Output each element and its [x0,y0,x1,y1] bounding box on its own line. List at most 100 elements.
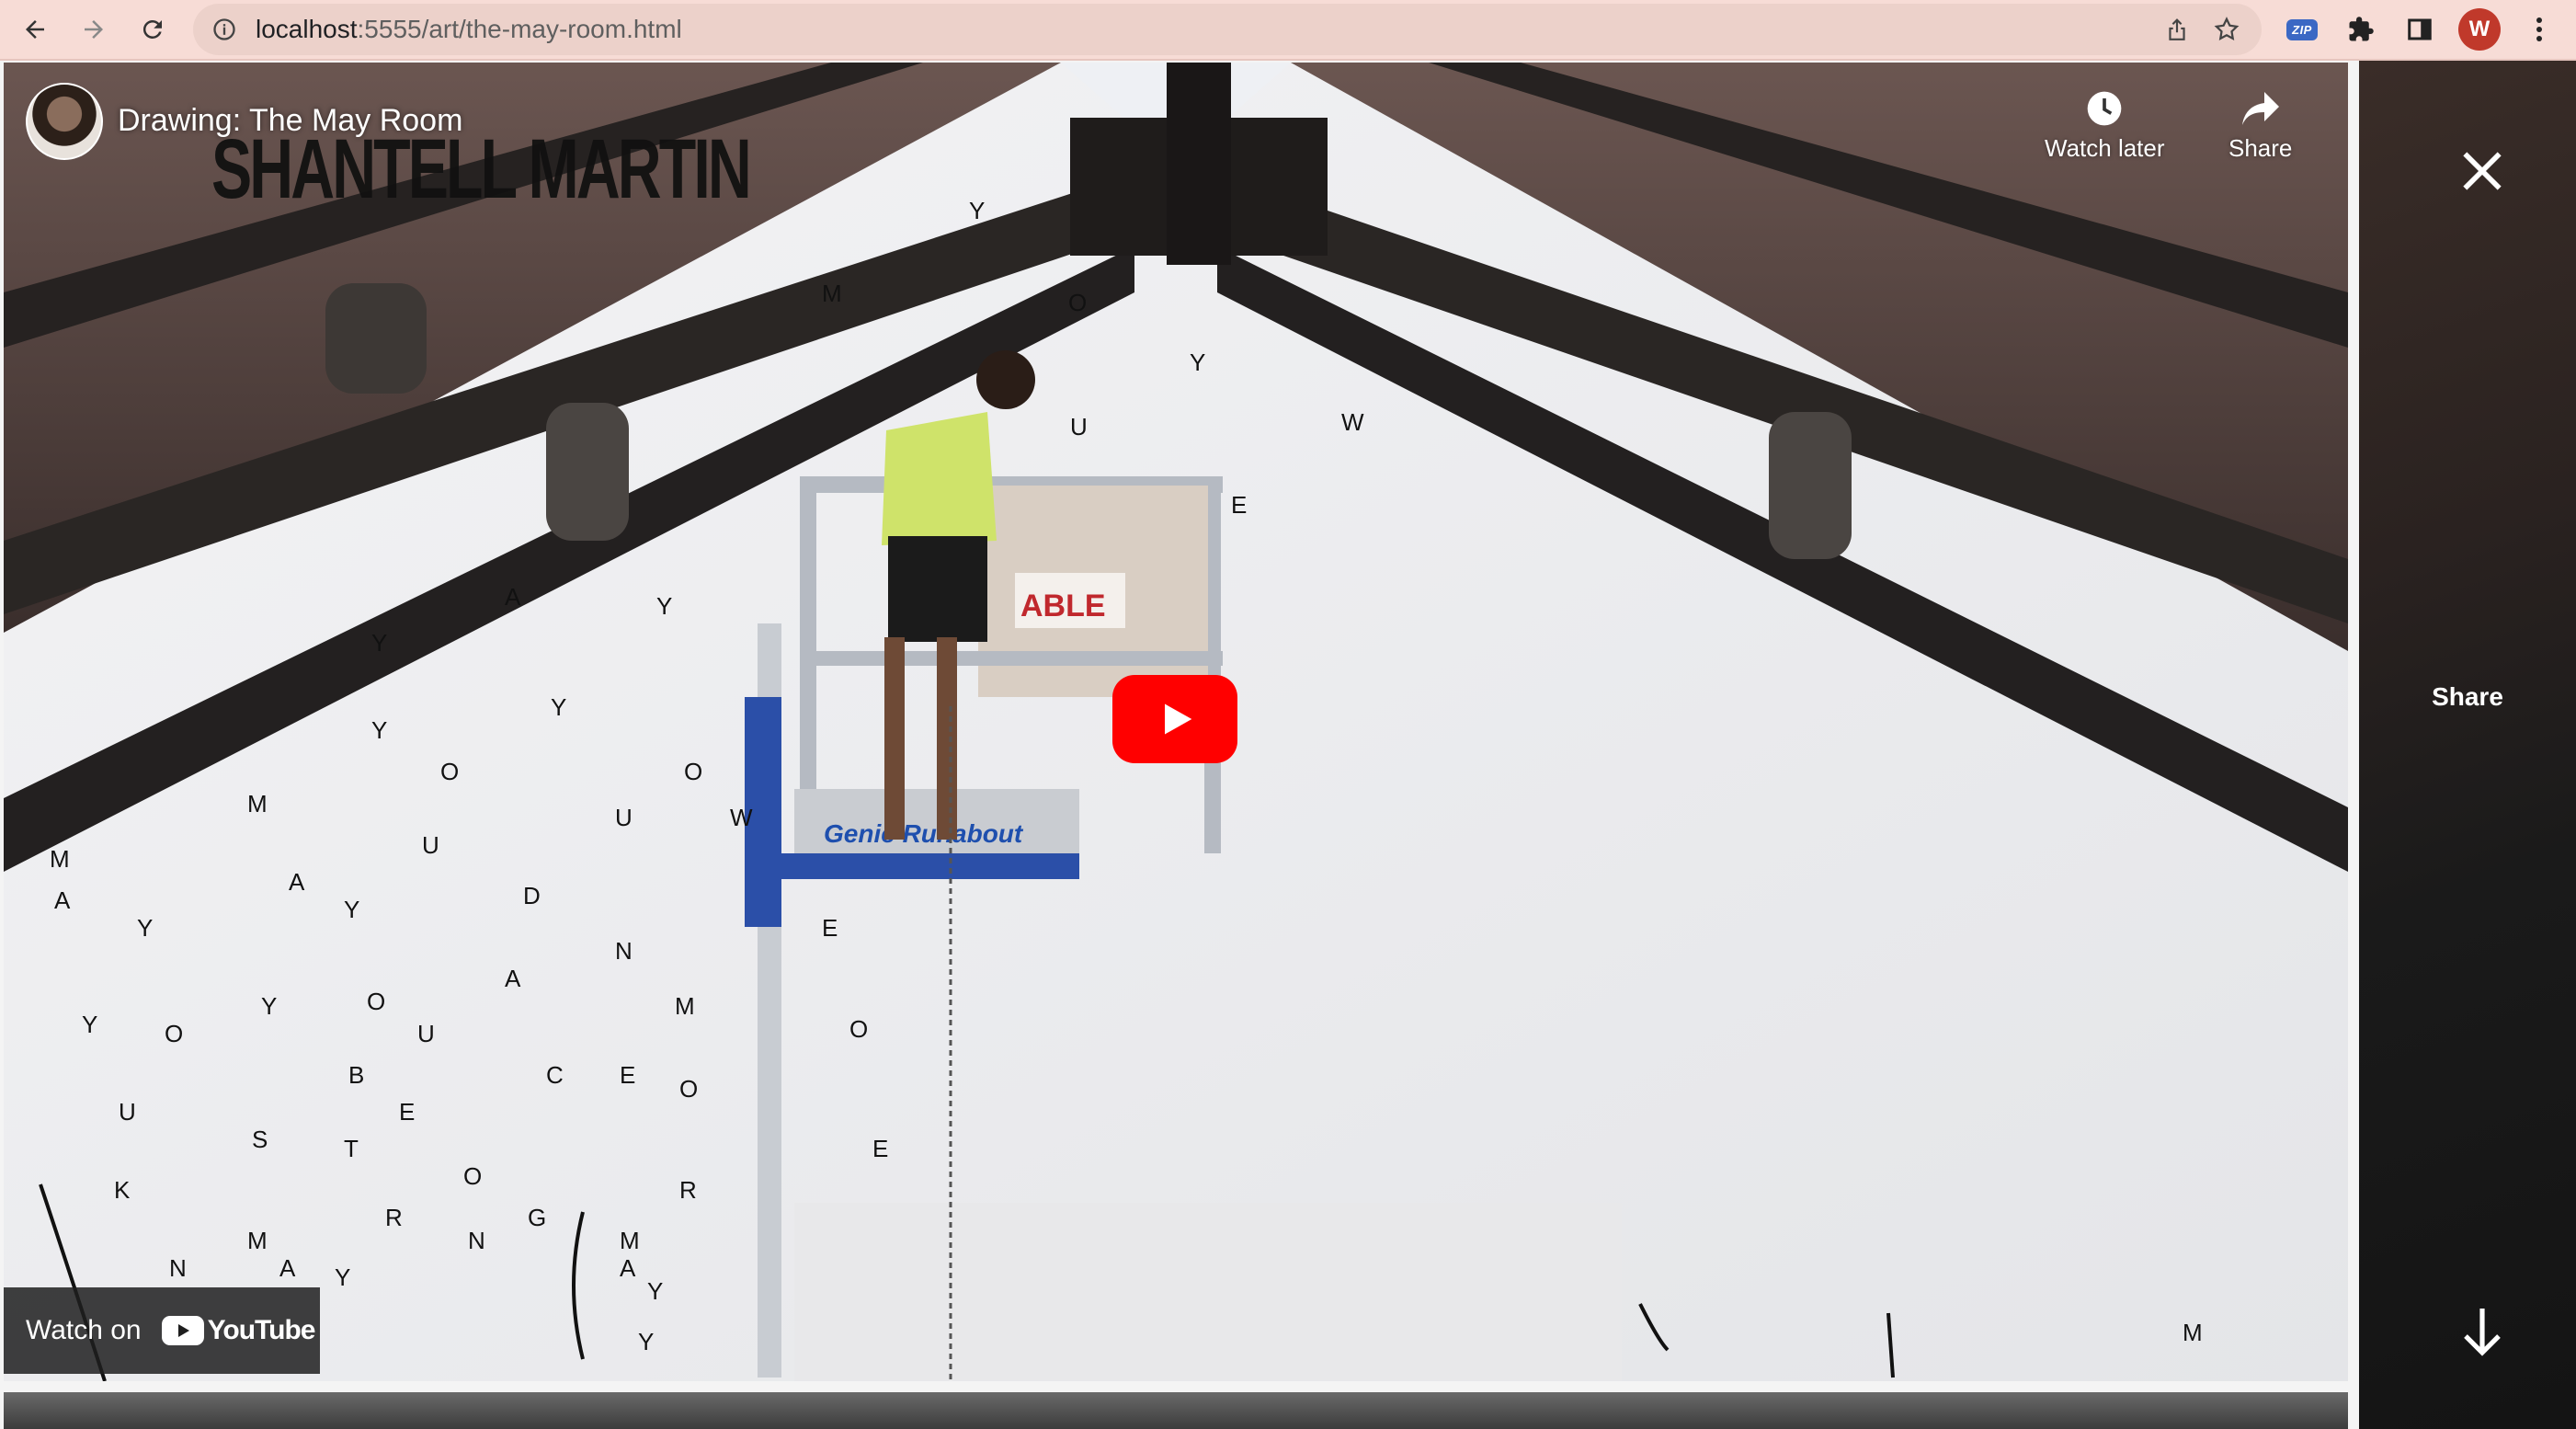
watch-on-youtube-button[interactable]: Watch on YouTube [4,1287,320,1374]
bookmark-star-icon[interactable] [2212,15,2241,44]
svg-text:A: A [279,1254,296,1282]
svg-text:E: E [822,914,838,942]
url-host: localhost [256,15,358,43]
youtube-play-icon [161,1316,204,1345]
svg-text:U: U [1070,413,1088,440]
back-arrow-icon [26,20,44,39]
site-info-icon[interactable] [211,17,237,47]
zip-label: ZIP [2286,18,2318,40]
svg-text:W: W [1341,408,1364,436]
lift-sign-text: ABLE [1020,589,1106,623]
svg-text:E: E [399,1098,415,1126]
overlay-side-panel: Share [2359,61,2576,1429]
svg-text:Y: Y [371,629,387,657]
svg-text:U: U [417,1020,435,1047]
youtube-wordmark: YouTube [207,1315,316,1345]
svg-text:Y: Y [647,1277,663,1305]
zip-extension-icon[interactable]: ZIP [2282,9,2322,50]
youtube-logo: YouTube [161,1315,316,1346]
svg-text:A: A [620,1254,636,1282]
svg-text:Y: Y [656,592,672,620]
side-share-button[interactable]: Share [2359,682,2576,712]
share-page-icon[interactable] [2162,15,2192,44]
share-button[interactable]: Share [2228,88,2292,163]
svg-text:Y: Y [137,914,153,942]
watch-later-button[interactable]: Watch later [2045,88,2165,163]
svg-text:O: O [684,758,702,785]
next-video-preview [4,1392,2348,1429]
svg-text:Y: Y [551,693,566,721]
svg-text:K: K [114,1176,131,1204]
back-button[interactable] [13,7,57,51]
address-bar[interactable]: localhost:5555/art/the-may-room.html [193,4,2262,55]
svg-text:N: N [169,1254,187,1282]
svg-text:N: N [468,1227,485,1254]
side-panel-icon[interactable] [2399,9,2440,50]
svg-text:E: E [1231,491,1247,519]
share-label: Share [2228,134,2293,162]
play-button[interactable] [1112,675,1237,763]
share-arrow-icon [2241,92,2279,125]
profile-avatar[interactable]: W [2458,8,2501,51]
svg-text:Y: Y [1190,349,1205,376]
svg-text:O: O [1068,289,1087,316]
svg-text:O: O [367,988,385,1015]
watch-on-label: Watch on [26,1315,142,1345]
svg-text:M: M [2183,1319,2203,1346]
artist-brand-overlay: SHANTELL MARTIN [211,122,752,216]
svg-text:W: W [730,804,753,831]
svg-text:O: O [440,758,459,785]
svg-text:U: U [119,1098,136,1126]
svg-text:A: A [289,868,305,896]
watch-later-label: Watch later [2045,134,2165,162]
svg-text:M: M [50,845,70,873]
svg-text:D: D [523,882,541,909]
url-path: :5555/art/the-may-room.html [357,15,682,43]
page-content: ABLE Genie Runabout YMO YUW EAY YYY OOM … [0,61,2576,1429]
arrow-down-icon[interactable] [2460,1304,2504,1361]
svg-text:Y: Y [371,716,387,744]
svg-text:R: R [385,1204,403,1231]
video-title[interactable]: Drawing: The May Room [118,103,462,139]
lift-brand-text: Genie Runabout [824,819,1024,848]
video-player[interactable]: ABLE Genie Runabout YMO YUW EAY YYY OOM … [4,63,2348,1381]
play-icon [1165,703,1192,735]
svg-text:E: E [872,1135,888,1162]
svg-text:R: R [679,1176,697,1204]
svg-text:U: U [422,831,439,859]
browser-menu-icon[interactable] [2519,9,2559,50]
reload-button[interactable] [131,7,175,51]
url-text[interactable]: localhost:5555/art/the-may-room.html [256,17,682,42]
svg-text:E: E [620,1061,635,1089]
close-icon[interactable] [2456,145,2508,197]
svg-text:U: U [615,804,633,831]
svg-text:G: G [528,1204,546,1231]
forward-arrow-icon [85,20,103,39]
svg-text:A: A [505,583,521,611]
svg-text:Y: Y [969,197,985,224]
svg-text:A: A [505,965,521,992]
forward-button[interactable] [72,7,116,51]
svg-text:B: B [348,1061,364,1089]
channel-avatar[interactable] [26,83,103,160]
svg-text:Y: Y [638,1328,654,1355]
browser-toolbar: localhost:5555/art/the-may-room.html ZIP… [0,0,2576,61]
svg-text:Y: Y [261,992,277,1020]
svg-text:Y: Y [82,1011,97,1038]
svg-text:O: O [679,1075,698,1103]
svg-text:O: O [463,1162,482,1190]
svg-text:M: M [247,790,268,817]
svg-text:O: O [165,1020,183,1047]
reload-icon [142,19,162,39]
svg-text:Y: Y [335,1263,350,1291]
svg-text:S: S [252,1126,268,1153]
svg-text:M: M [675,992,695,1020]
svg-text:A: A [54,886,71,914]
extensions-puzzle-icon[interactable] [2341,9,2381,50]
svg-text:N: N [615,937,633,965]
svg-text:M: M [822,280,842,307]
clock-icon [2087,91,2122,126]
svg-text:M: M [247,1227,268,1254]
svg-text:O: O [849,1015,868,1043]
svg-text:T: T [344,1135,359,1162]
